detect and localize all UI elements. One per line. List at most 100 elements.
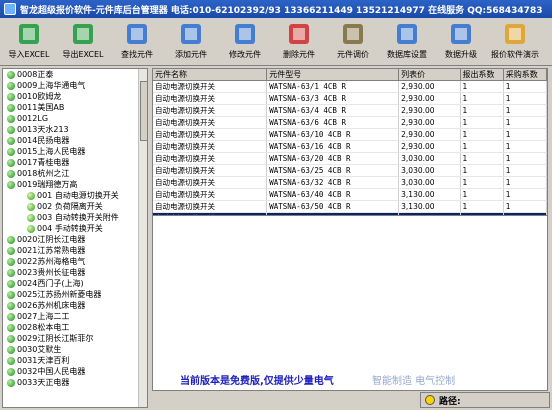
toolbar-button-import-excel[interactable]: 导入EXCEL — [2, 18, 56, 64]
tree-item[interactable]: 0017青桂电器 — [3, 157, 147, 168]
tree-item[interactable]: 0033天正电器 — [3, 377, 147, 388]
table-row[interactable]: 自动电源切换开关 WATSNA-63/10 4CB R 2,930.00 1 1 — [153, 128, 547, 141]
tree-node-icon — [7, 158, 15, 167]
tree-node-icon — [7, 312, 15, 321]
table-cell: WATSNA-63/32 4CB R — [266, 176, 400, 189]
table-row[interactable]: 自动电源切换开关 WATSNA-63/16 4CB R 2,930.00 1 1 — [153, 140, 547, 153]
table-cell: 自动电源切换开关 — [153, 116, 268, 129]
tree-node-icon — [7, 92, 15, 101]
table-row[interactable]: 自动电源切换开关 WATSNA-63/20 4CB R 3,030.00 1 1 — [153, 152, 547, 165]
tree-node-icon — [7, 367, 15, 376]
column-header[interactable]: 报出系数 — [460, 69, 504, 81]
table-cell: 3,030.00 — [398, 176, 461, 189]
toolbar-button-add-component[interactable]: 添加元件 — [164, 18, 218, 64]
column-header[interactable]: 采购系数 — [503, 69, 547, 81]
component-table[interactable]: 元件名称 元件型号 列表价 报出系数 采购系数 自动电源切换开关 WATSNA-63/1 … — [152, 68, 548, 216]
tree-item[interactable]: 0032中国人民电器 — [3, 366, 147, 377]
table-cell: 1 — [503, 152, 547, 165]
table-row[interactable]: 自动电源切换开关 WATSNA-63/50 4CB R 3,130.00 1 1 — [153, 200, 547, 213]
tree-node-icon — [27, 202, 35, 211]
tree-item-label: 0018杭州之江 — [17, 169, 70, 178]
tree-item[interactable]: 0021江苏常熟电器 — [3, 245, 147, 256]
tree-item[interactable]: 0009上海华通电气 — [3, 80, 147, 91]
table-cell: WATSNA-63/3 4CB R — [266, 92, 400, 105]
table-cell: 2,930.00 — [398, 116, 461, 129]
table-cell: 1 — [503, 164, 547, 177]
tree-item-label: 0012LG — [17, 114, 49, 123]
table-cell: 1 — [503, 80, 547, 93]
status-bar: 路径: — [420, 392, 550, 408]
tree-item[interactable]: 0012LG — [3, 113, 147, 124]
toolbar-button-data-upgrade[interactable]: 数据升级 — [434, 18, 488, 64]
tree-item[interactable]: 0008正泰 — [3, 69, 147, 80]
tree-item-label: 002 负荷隔离开关 — [37, 202, 103, 211]
tree-item-label: 003 自动转换开关附件 — [37, 213, 119, 222]
table-cell: 自动电源切换开关 — [153, 128, 268, 141]
table-row[interactable]: 自动电源切换开关 WATSNA-63/32 4CB R 3,030.00 1 1 — [153, 176, 547, 189]
column-header[interactable]: 元件名称 — [153, 69, 268, 81]
table-row[interactable]: 自动电源切换开关 WATSNA-63/40 4CB R 3,130.00 1 1 — [153, 188, 547, 201]
table-row[interactable]: 自动电源切换开关 WATSNA-63/3 4CB R 2,930.00 1 1 — [153, 92, 547, 105]
toolbar-button-delete-component[interactable]: 删除元件 — [272, 18, 326, 64]
tree-item[interactable]: 0029江阴长江斯菲尔 — [3, 333, 147, 344]
toolbar-button-edit-component[interactable]: 修改元件 — [218, 18, 272, 64]
toolbar-button-database-settings[interactable]: 数据库设置 — [380, 18, 434, 64]
tree-item-label: 0030艾默生 — [17, 345, 62, 354]
tree-item-label: 0008正泰 — [17, 70, 54, 79]
edit-component-icon — [231, 21, 259, 47]
category-tree[interactable]: 0008正泰 0009上海华通电气 0010欧姆龙 0011美国AB 0012LG 001… — [2, 68, 148, 408]
column-header[interactable]: 元件型号 — [266, 69, 400, 81]
table-cell: 1 — [460, 116, 504, 129]
tree-node-icon — [27, 213, 35, 222]
tree-item-label: 004 手动转换开关 — [37, 224, 103, 233]
tree-child-item[interactable]: 002 负荷隔离开关 — [3, 201, 147, 212]
toolbar-button-label: 添加元件 — [175, 50, 207, 59]
tree-child-item[interactable]: 001 自动电源切换开关 — [3, 190, 147, 201]
tree-item[interactable]: 0030艾默生 — [3, 344, 147, 355]
tree-item-label: 0019瑞翔德万高 — [17, 180, 78, 189]
tree-item[interactable]: 0014民扬电器 — [3, 135, 147, 146]
table-row[interactable]: 自动电源切换开关 WATSNA-63/6 4CB R 2,930.00 1 1 — [153, 116, 547, 129]
table-row[interactable]: 自动电源切换开关 WATSNA-63/4 4CB R 2,930.00 1 1 — [153, 104, 547, 117]
tree-item[interactable]: 0010欧姆龙 — [3, 91, 147, 102]
delete-component-icon — [285, 21, 313, 47]
tree-item[interactable]: 0018杭州之江 — [3, 168, 147, 179]
tree-item[interactable]: 0026苏州机床电器 — [3, 300, 147, 311]
table-cell: 3,030.00 — [398, 164, 461, 177]
tree-item[interactable]: 0020江阴长江电器 — [3, 234, 147, 245]
tree-item[interactable]: 0019瑞翔德万高 — [3, 179, 147, 190]
tree-item-label: 0032中国人民电器 — [17, 367, 86, 376]
tree-item[interactable]: 0025江苏扬州新菱电器 — [3, 289, 147, 300]
tree-scrollbar[interactable] — [138, 69, 147, 407]
tree-item[interactable]: 0024西门子(上海) — [3, 278, 147, 289]
tree-scrollbar-thumb[interactable] — [140, 81, 147, 141]
tree-node-icon — [7, 114, 15, 123]
toolbar-button-find-component[interactable]: 查找元件 — [110, 18, 164, 64]
tree-node-icon — [7, 290, 15, 299]
tree-item[interactable]: 0013天水213 — [3, 124, 147, 135]
toolbar-button-demo-badge[interactable]: 报价软件演示 — [488, 18, 542, 64]
toolbar-button-label: 修改元件 — [229, 50, 261, 59]
table-cell: 1 — [460, 176, 504, 189]
tree-item[interactable]: 0011美国AB — [3, 102, 147, 113]
table-cell: 3,130.00 — [398, 188, 461, 201]
tree-item[interactable]: 0027上海二工 — [3, 311, 147, 322]
toolbar-button-price-scale[interactable]: 元件调价 — [326, 18, 380, 64]
table-cell: 2,930.00 — [398, 104, 461, 117]
tree-item[interactable]: 0023贵州长征电器 — [3, 267, 147, 278]
tree-item-label: 0029江阴长江斯菲尔 — [17, 334, 94, 343]
table-cell: 1 — [460, 152, 504, 165]
table-row[interactable]: 自动电源切换开关 WATSNA-63/1 4CB R 2,930.00 1 1 — [153, 80, 547, 93]
tree-item-label: 0025江苏扬州新菱电器 — [17, 290, 102, 299]
column-header[interactable]: 列表价 — [398, 69, 461, 81]
toolbar-button-export-excel[interactable]: 导出EXCEL — [56, 18, 110, 64]
tree-item[interactable]: 0022苏州海格电气 — [3, 256, 147, 267]
tree-item[interactable]: 0015上海人民电器 — [3, 146, 147, 157]
tree-child-item[interactable]: 003 自动转换开关附件 — [3, 212, 147, 223]
tree-child-item[interactable]: 004 手动转换开关 — [3, 223, 147, 234]
table-row[interactable]: 自动电源切换开关 WATSNA-63/25 4CB R 3,030.00 1 1 — [153, 164, 547, 177]
tree-item[interactable]: 0028松本电工 — [3, 322, 147, 333]
table-cell: 2,930.00 — [398, 140, 461, 153]
table-cell: 自动电源切换开关 — [153, 200, 268, 213]
tree-item[interactable]: 0031天津百利 — [3, 355, 147, 366]
